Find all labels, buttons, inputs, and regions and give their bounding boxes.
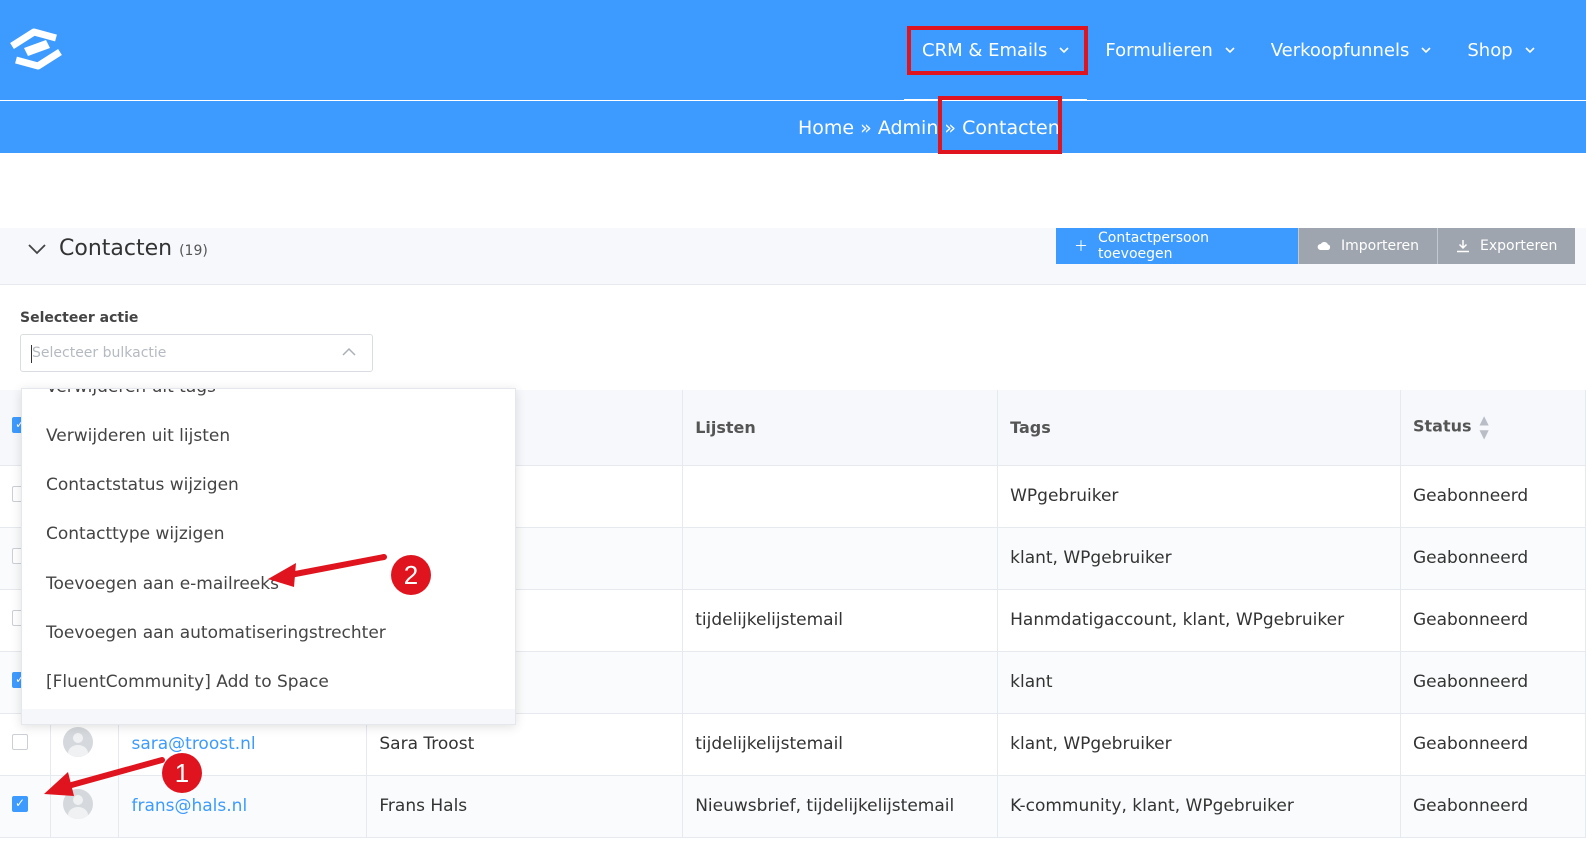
import-label: Importeren [1341,238,1420,254]
row-tags-cell: Hanmdatigaccount, klant, WPgebruiker [997,589,1401,652]
panel-actions: ＋ Contactpersoon toevoegen Importeren Ex… [1056,228,1576,264]
row-tags-cell: K-community, klant, WPgebruiker [997,775,1401,838]
contact-count: (19) [179,243,208,259]
status-header[interactable]: Status ▲ ▼ [1400,390,1586,466]
tags-header: Tags [997,390,1401,466]
row-lists-cell: Nieuwsbrief, tijdelijkelijstemail [682,775,999,838]
option-add-to-space[interactable]: [FluentCommunity] Add to Space [22,657,515,706]
plus-icon: ＋ [1074,239,1088,255]
import-button[interactable]: Importeren [1298,228,1438,264]
bulk-action-placeholder: Selecteer bulkactie [32,345,167,361]
annotation-arrow-1 [44,757,165,796]
nav-formulieren[interactable]: Formulieren [1087,0,1252,100]
chevron-down-icon [1525,47,1535,54]
page-title[interactable]: Contacten (19) [28,236,208,261]
row-status-cell: Geabonneerd [1400,527,1586,590]
breadcrumb-separator: » [854,117,878,139]
text-caret [31,345,32,363]
row-status-cell: Geabonneerd [1400,651,1586,714]
nav-shop-label: Shop [1467,39,1513,61]
status-header-label: Status [1412,416,1472,436]
row-tags-cell: klant, WPgebruiker [997,713,1401,776]
export-label: Exporteren [1480,238,1558,254]
chevron-down-icon [28,244,46,255]
cloud-upload-icon [1317,241,1331,250]
row-checkbox[interactable] [12,795,28,812]
row-checkbox[interactable] [12,733,28,750]
chevron-up-icon [342,347,356,356]
nav-formulieren-label: Formulieren [1105,39,1213,61]
row-name-cell: Frans Hals [366,775,684,838]
annotation-highlight-nav [907,26,1088,75]
row-status-cell: Geabonneerd [1400,465,1586,528]
breadcrumb-home[interactable]: Home [798,117,854,139]
export-button[interactable]: Exporteren [1437,228,1576,264]
lists-header: Lijsten [682,390,999,466]
nav-verkoopfunnels-label: Verkoopfunnels [1270,39,1410,61]
page-title-text: Contacten [59,236,173,261]
add-contact-label: Contactpersoon toevoegen [1098,230,1210,262]
row-status-cell: Geabonneerd [1400,713,1586,776]
row-status-cell: Geabonneerd [1400,589,1586,652]
row-tags-cell: WPgebruiker [997,465,1401,528]
option-remove-lists[interactable]: Verwijderen uit lijsten [22,411,515,460]
row-lists-cell [682,527,999,590]
chevron-down-icon [1225,47,1235,54]
breadcrumb: Home » Admin » Contacten [0,101,1586,153]
sort-icon[interactable]: ▲ ▼ [1480,413,1489,441]
annotation-badge-1: 1 [162,753,202,793]
row-tags-cell: klant [997,651,1401,714]
nav-verkoopfunnels[interactable]: Verkoopfunnels [1253,0,1450,100]
app-logo-icon[interactable] [6,26,66,72]
breadcrumb-admin[interactable]: Admin [878,117,939,139]
row-lists-cell: tijdelijkelijstemail [682,713,999,776]
row-lists-cell [682,465,999,528]
add-contact-button[interactable]: ＋ Contactpersoon toevoegen [1056,228,1298,264]
annotation-arrow-2 [268,554,387,587]
option-remove-tags[interactable]: Verwijderen uit tags [22,389,515,411]
nav-shop[interactable]: Shop [1449,0,1552,100]
row-status-cell: Geabonneerd [1400,775,1586,838]
row-lists-cell [682,651,999,714]
annotation-badge-2: 2 [391,555,431,595]
download-icon [1457,240,1470,253]
bulk-action-label: Selecteer actie [20,310,139,326]
top-navbar: CRM & Emails Formulieren Verkoopfunnels … [0,0,1586,101]
annotation-highlight-breadcrumb [938,96,1062,154]
row-tags-cell: klant, WPgebruiker [997,527,1401,590]
bulk-action-select[interactable]: Selecteer bulkactie [20,334,373,372]
row-lists-cell: tijdelijkelijstemail [682,589,999,652]
chevron-down-icon [1421,47,1431,54]
option-add-automation[interactable]: Toevoegen aan automatiseringstrechter [22,608,515,657]
option-change-status[interactable]: Contactstatus wijzigen [22,460,515,509]
option-remove-from-space[interactable]: [FluentCommunity] Remove from Space [22,709,515,724]
table-row[interactable]: frans@hals.nlFrans HalsNieuwsbrief, tijd… [0,775,1586,838]
